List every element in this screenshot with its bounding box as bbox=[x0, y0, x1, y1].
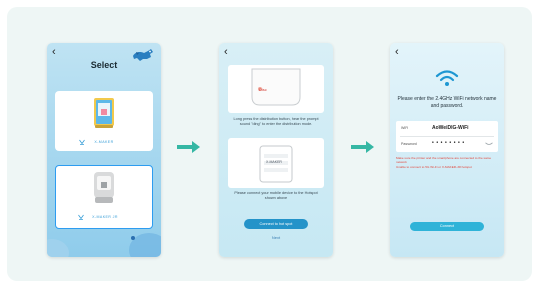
connect-instruction-text: Please connect your mobile device to the… bbox=[234, 191, 318, 200]
next-link[interactable]: Next bbox=[219, 235, 333, 240]
hotspot-illustration: X-MAKER bbox=[228, 138, 324, 188]
arrow-right-icon bbox=[351, 141, 374, 153]
page-title: Select bbox=[90, 60, 118, 70]
distribution-button-illustration: Disc bbox=[228, 65, 324, 113]
password-value: • • • • • • • • bbox=[432, 140, 465, 146]
warning-5g: Unable to connect to 5G Wi-Fi or X-MAKER… bbox=[396, 165, 472, 169]
page-title: Please enter the 2.4GHz WiFi network nam… bbox=[397, 96, 497, 109]
wifi-setup-screen: ‹ Please enter the 2.4GHz WiFi network n… bbox=[390, 43, 504, 257]
printer-name: X-MAKER bbox=[94, 140, 114, 144]
phone-device-icon bbox=[259, 145, 293, 183]
printer-name: X-MAKER JR bbox=[92, 215, 118, 219]
wifi-label: WiFi bbox=[401, 126, 409, 130]
connect-hotspot-button[interactable]: Connect to hot spot bbox=[244, 219, 308, 229]
password-field[interactable]: Password • • • • • • • • bbox=[396, 137, 498, 152]
x-maker-printer-icon bbox=[94, 98, 114, 128]
wifi-icon bbox=[435, 70, 459, 86]
password-label: Password bbox=[401, 142, 417, 146]
back-button[interactable]: ‹ bbox=[224, 46, 228, 58]
connect-button[interactable]: Connect bbox=[410, 222, 484, 231]
back-button[interactable]: ‹ bbox=[395, 46, 399, 58]
hotspot-ssid: X-MAKER bbox=[266, 160, 282, 164]
decorative-blob bbox=[47, 239, 69, 257]
printer-base-icon bbox=[251, 68, 301, 106]
warning-same-network: Make sure the printer and the smartphone… bbox=[396, 156, 492, 165]
hotspot-screen: ‹ Disc Long press the distribution butto… bbox=[219, 43, 333, 257]
arrow-right-icon bbox=[177, 141, 200, 153]
wifi-form: WiFi AoWeiDIG-WiFi Password • • • • • • … bbox=[396, 121, 498, 152]
disc-label: Disc bbox=[259, 87, 267, 92]
printer-card-x-maker-jr[interactable]: X-MAKER JR bbox=[55, 165, 153, 229]
x-maker-jr-printer-icon bbox=[94, 172, 114, 203]
back-button[interactable]: ‹ bbox=[52, 46, 56, 58]
instruction-text: Long press the distribution button, hear… bbox=[233, 117, 319, 126]
select-screen: ‹ Select X-MAKER X-MAKER JR bbox=[47, 43, 161, 257]
page-indicator-dot bbox=[131, 236, 135, 240]
wifi-name-value: AoWeiDIG-WiFi bbox=[432, 125, 469, 131]
eye-closed-icon[interactable] bbox=[485, 142, 493, 147]
wifi-field[interactable]: WiFi AoWeiDIG-WiFi bbox=[396, 121, 498, 136]
printer-card-x-maker[interactable]: X-MAKER bbox=[55, 91, 153, 151]
